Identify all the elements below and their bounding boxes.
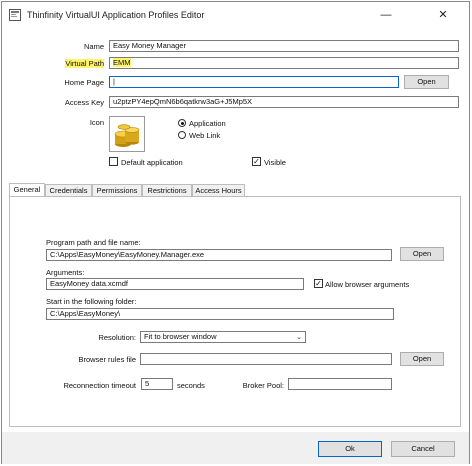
allow-browser-arguments-checkbox[interactable]: ✓ Allow browser arguments: [314, 279, 434, 290]
visible-label: Visible: [264, 158, 286, 167]
program-path-open-button[interactable]: Open: [400, 247, 444, 261]
radio-application[interactable]: Application: [178, 118, 278, 128]
program-path-label: Program path and file name:: [46, 238, 141, 247]
broker-pool-field[interactable]: [288, 378, 392, 390]
start-in-field[interactable]: C:\Apps\EasyMoney\: [46, 308, 394, 320]
radio-web-link[interactable]: Web Link: [178, 130, 278, 140]
access-key-label: Access Key: [64, 98, 104, 107]
default-application-checkbox[interactable]: Default application: [109, 156, 219, 167]
browser-rules-field[interactable]: [140, 353, 392, 365]
reconnection-timeout-unit: seconds: [177, 381, 205, 390]
program-path-field[interactable]: C:\Apps\EasyMoney\EasyMoney.Manager.exe: [46, 249, 392, 261]
resolution-label: Resolution:: [98, 333, 136, 342]
arguments-field[interactable]: EasyMoney data.xcmdf: [46, 278, 304, 290]
app-icon: [9, 9, 21, 21]
dialog-footer: Ok Cancel: [2, 432, 469, 464]
resolution-value: Fit to browser window: [144, 332, 217, 341]
window-title: Thinfinity VirtualUI Application Profile…: [27, 10, 205, 20]
general-tab-panel: Program path and file name: C:\Apps\Easy…: [9, 196, 461, 427]
virtual-path-label-wrap: Virtual Path: [42, 59, 104, 68]
reconnection-timeout-field[interactable]: 5: [141, 378, 173, 390]
tab-general[interactable]: General: [9, 183, 45, 196]
tab-credentials[interactable]: Credentials: [45, 184, 92, 196]
radio-web-link-circle[interactable]: [178, 131, 186, 139]
arguments-label: Arguments:: [46, 268, 85, 277]
title-bar[interactable]: Thinfinity VirtualUI Application Profile…: [2, 2, 469, 28]
gold-coins-icon: [114, 124, 140, 147]
ok-button[interactable]: Ok: [318, 441, 382, 457]
visible-checkbox[interactable]: ✓ Visible: [252, 156, 312, 167]
allow-browser-arguments-box[interactable]: ✓: [314, 279, 323, 288]
allow-browser-arguments-label: Allow browser arguments: [325, 280, 410, 289]
virtual-path-label: Virtual Path: [65, 59, 104, 68]
visible-box[interactable]: ✓: [252, 157, 261, 166]
tab-permissions[interactable]: Permissions: [92, 184, 142, 196]
radio-application-label: Application: [189, 119, 226, 128]
browser-rules-label: Browser rules file: [78, 355, 136, 364]
name-field[interactable]: Easy Money Manager: [109, 40, 459, 52]
tab-restrictions[interactable]: Restrictions: [142, 184, 192, 196]
chevron-down-icon: ⌄: [296, 334, 302, 341]
broker-pool-label: Broker Pool:: [242, 381, 284, 390]
name-label: Name: [83, 42, 104, 51]
start-in-label: Start in the following folder:: [46, 297, 137, 306]
virtual-path-field[interactable]: EMM: [109, 57, 459, 69]
radio-web-link-label: Web Link: [189, 131, 221, 140]
home-page-label: Home Page: [64, 78, 104, 87]
reconnection-timeout-label: Reconnection timeout: [63, 381, 136, 390]
radio-application-circle[interactable]: [178, 119, 186, 127]
browser-rules-open-button[interactable]: Open: [400, 352, 444, 366]
virtual-path-value: EMM: [113, 58, 131, 67]
minimize-icon: —: [380, 9, 392, 21]
access-key-field[interactable]: u2ptzPY4epQmN6b6qatkrw3aG+J5Mp5X: [109, 96, 459, 108]
default-application-label: Default application: [121, 158, 183, 167]
close-button[interactable]: ✕: [429, 5, 457, 25]
cancel-button[interactable]: Cancel: [391, 441, 455, 457]
tab-access-hours[interactable]: Access Hours: [192, 184, 245, 196]
minimize-button[interactable]: —: [372, 5, 400, 25]
default-application-box[interactable]: [109, 157, 118, 166]
home-page-open-button[interactable]: Open: [404, 75, 449, 89]
home-page-field[interactable]: |: [109, 76, 399, 88]
icon-label: Icon: [89, 118, 104, 127]
icon-picker[interactable]: [109, 116, 145, 152]
profiles-editor-window: Thinfinity VirtualUI Application Profile…: [1, 1, 470, 464]
checkmark-icon: ✓: [253, 157, 260, 166]
close-icon: ✕: [438, 9, 448, 21]
checkmark-icon: ✓: [315, 279, 322, 288]
resolution-select[interactable]: Fit to browser window ⌄: [140, 331, 306, 343]
